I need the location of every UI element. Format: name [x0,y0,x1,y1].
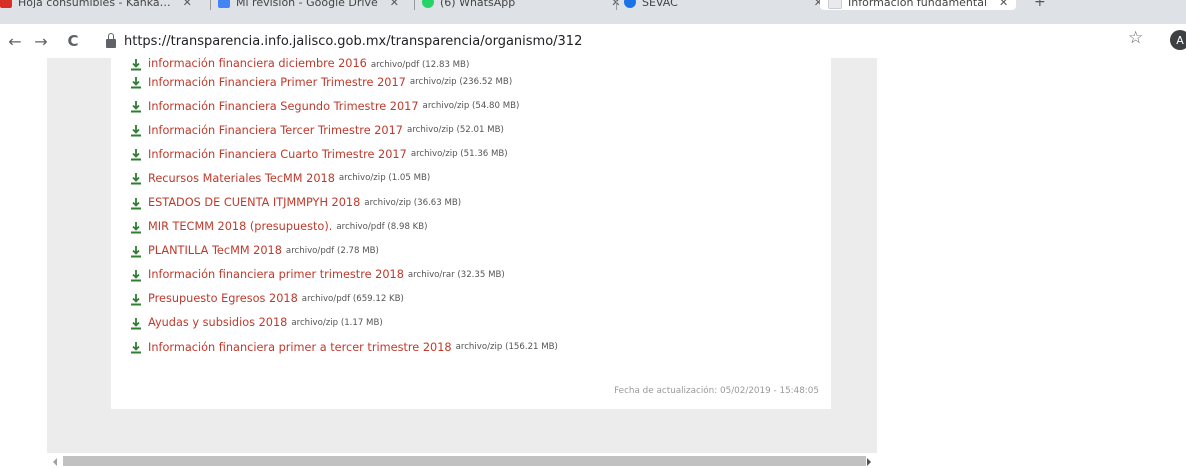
file-type-size: archivo/zip (51.36 MB) [410,149,508,160]
file-type-size: archivo/zip (54.80 MB) [422,101,520,112]
file-download-link[interactable]: MIR TECMM 2018 (presupuesto). [148,220,332,233]
file-list-item: Información Financiera Segundo Trimestre… [131,94,558,118]
download-icon[interactable] [131,317,141,330]
file-download-link[interactable]: Información financiera primer a tercer t… [148,341,452,354]
tab-sevac[interactable]: SEVAC ✕ [624,0,823,9]
file-list-item: Ayudas y subsidios 2018 archivo/zip (1.17… [131,311,558,335]
address-bar[interactable]: https://transparencia.info.jalisco.gob.m… [106,27,1168,55]
tab-strip: Hoja consumibles - Kanka… ✕ Mi revisión … [0,0,1186,24]
sheets-favicon-icon [0,0,12,8]
file-download-link[interactable]: ESTADOS DE CUENTA ITJMMPYH 2018 [148,196,360,209]
close-tab-icon[interactable]: ✕ [390,0,399,9]
file-download-link[interactable]: Información financiera primer trimestre … [148,268,404,281]
file-download-link[interactable]: Información Financiera Tercer Trimestre … [148,124,403,137]
file-list-item: Recursos Materiales TecMM 2018 archivo/zi… [131,166,558,190]
file-download-link[interactable]: Información Financiera Primer Trimestre … [148,76,406,89]
download-icon[interactable] [131,59,141,71]
file-type-size: archivo/pdf (659.12 KB) [301,293,404,304]
last-updated-text: Fecha de actualización: 05/02/2019 - 15:… [614,386,819,396]
file-list-item: Presupuesto Egresos 2018 archivo/pdf (659… [131,287,558,311]
file-list-item: Información Financiera Cuarto Trimestre … [131,142,558,166]
file-type-size: archivo/zip (156.21 MB) [455,342,558,353]
whatsapp-favicon-icon [422,0,434,8]
file-type-size: archivo/pdf (8.98 KB) [336,221,428,232]
page-viewport: información financiera diciembre 2016 arc… [0,57,1186,468]
file-type-size: archivo/zip (36.63 MB) [364,197,462,208]
new-tab-icon[interactable]: + [1034,0,1046,10]
download-icon[interactable] [131,197,141,210]
tab-title: Hoja consumibles - Kanka… [18,0,171,9]
file-download-link[interactable]: PLANTILLA TecMM 2018 [148,244,282,257]
scrollbar-thumb[interactable] [63,456,866,466]
tab-title: Mi revisión - Google Drive [236,0,378,9]
file-type-size: archivo/pdf (2.78 MB) [285,245,379,256]
sevac-favicon-icon [624,0,636,8]
file-download-link[interactable]: Ayudas y subsidios 2018 [148,316,287,329]
scroll-right-icon[interactable] [867,458,871,466]
tab-google-drive[interactable]: Mi revisión - Google Drive ✕ [218,0,399,9]
file-download-link[interactable]: Presupuesto Egresos 2018 [148,292,298,305]
back-icon[interactable]: ← [4,30,26,52]
file-download-link[interactable]: información financiera diciembre 2016 [148,57,367,70]
scroll-left-icon[interactable] [53,458,57,466]
url-text: https://transparencia.info.jalisco.gob.m… [124,33,583,49]
file-type-size: archivo/rar (32.35 MB) [407,269,505,280]
forward-icon[interactable]: → [30,30,52,52]
file-type-size: archivo/zip (1.17 MB) [291,317,383,328]
download-icon[interactable] [131,149,141,161]
file-download-link[interactable]: Recursos Materiales TecMM 2018 [148,172,335,185]
reload-icon[interactable]: C [62,30,84,52]
bookmark-star-icon[interactable]: ☆ [1128,28,1143,48]
file-list-item: información financiera diciembre 2016 arc… [131,57,558,71]
file-type-size: archivo/zip (236.52 MB) [409,77,513,88]
profile-avatar[interactable]: A [1170,30,1186,50]
download-icon[interactable] [131,173,141,185]
files-card: información financiera diciembre 2016 arc… [111,57,831,409]
download-icon[interactable] [131,342,141,354]
download-icon[interactable] [131,269,141,282]
tab-informacion-fundamental[interactable]: Información fundamental ✕ [820,0,1017,10]
file-type-size: archivo/pdf (12.83 MB) [370,60,470,70]
close-tab-icon[interactable]: ✕ [183,0,192,9]
close-tab-icon[interactable]: ✕ [999,0,1008,9]
download-icon[interactable] [131,221,141,234]
download-icon[interactable] [131,125,141,137]
drive-favicon-icon [218,0,230,8]
file-list-item: ESTADOS DE CUENTA ITJMMPYH 2018 archivo/z… [131,190,558,214]
tab-title: (6) WhatsApp [440,0,516,9]
file-download-link[interactable]: Información Financiera Cuarto Trimestre … [148,148,407,161]
file-list: información financiera diciembre 2016 arc… [131,57,558,359]
browser-toolbar: ← → C https://transparencia.info.jalisco… [0,24,1186,58]
file-download-link[interactable]: Información Financiera Segundo Trimestre… [148,100,419,113]
tab-hoja-consumibles[interactable]: Hoja consumibles - Kanka… ✕ [0,0,192,9]
tab-whatsapp[interactable]: (6) WhatsApp ✕ [422,0,620,9]
file-list-item: PLANTILLA TecMM 2018 archivo/pdf (2.78 MB… [131,239,558,263]
file-list-item: Información financiera primer a tercer t… [131,335,558,359]
file-list-item: MIR TECMM 2018 (presupuesto). archivo/pdf… [131,215,558,239]
lock-icon [106,32,116,48]
tab-title: Información fundamental [848,0,988,9]
download-icon[interactable] [131,77,141,89]
file-list-item: Información financiera primer trimestre … [131,263,558,287]
file-type-size: archivo/zip (52.01 MB) [406,125,504,136]
file-list-item: Información Financiera Tercer Trimestre … [131,118,558,142]
file-type-size: archivo/zip (1.05 MB) [338,173,431,184]
download-icon[interactable] [131,101,141,113]
download-icon[interactable] [131,245,141,258]
file-list-item: Información Financiera Primer Trimestre … [131,70,558,94]
download-icon[interactable] [131,293,141,306]
tab-title: SEVAC [642,0,678,9]
horizontal-scrollbar[interactable] [47,456,877,468]
page-favicon-icon [828,0,842,9]
